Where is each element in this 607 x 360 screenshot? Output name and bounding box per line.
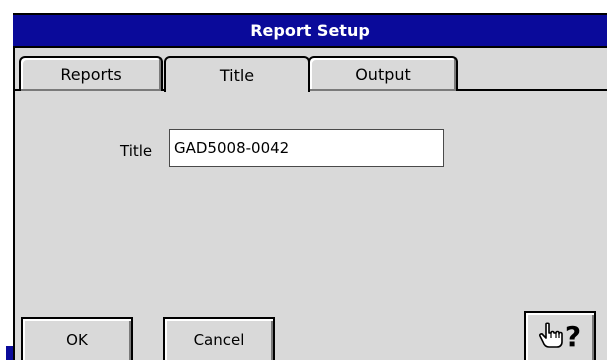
tab-reports[interactable]: Reports <box>19 56 163 91</box>
help-button[interactable]: ? <box>524 311 596 360</box>
pointing-hand-icon <box>538 322 563 351</box>
window-title: Report Setup <box>250 21 370 40</box>
tab-label: Reports <box>60 65 122 84</box>
cancel-button[interactable]: Cancel <box>163 317 275 360</box>
window-title-bar: Report Setup <box>13 13 607 48</box>
title-field-label: Title <box>120 142 153 160</box>
help-question-icon: ? <box>564 320 582 353</box>
report-setup-window: Report Setup Reports Title Output Title … <box>0 0 607 360</box>
tab-label: Title <box>219 65 255 85</box>
title-input[interactable] <box>169 129 444 167</box>
dialog-body <box>13 48 607 360</box>
tab-output[interactable]: Output <box>308 56 458 91</box>
left-edge-marker <box>6 346 13 360</box>
tab-title[interactable]: Title <box>164 56 310 92</box>
tab-label: Output <box>355 65 411 84</box>
ok-button[interactable]: OK <box>21 317 133 360</box>
